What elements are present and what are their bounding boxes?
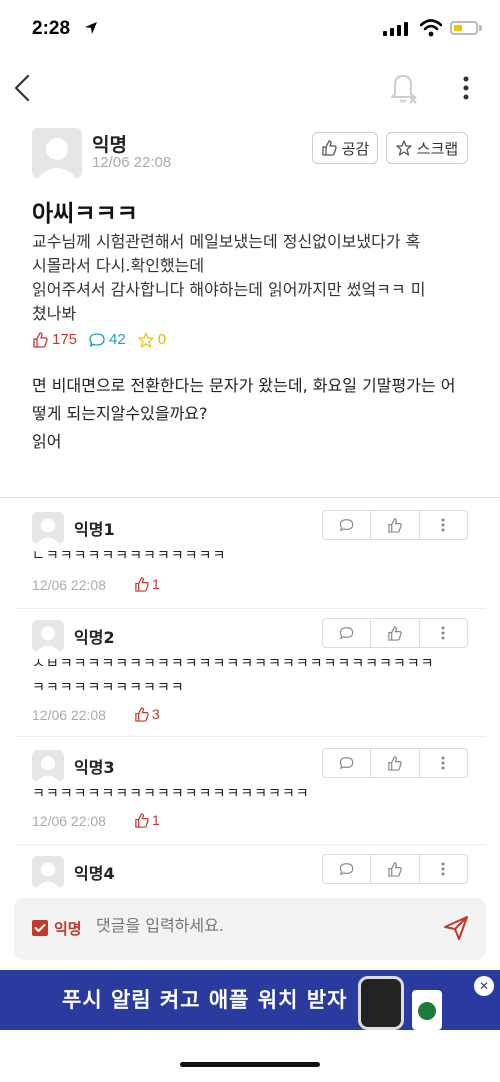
post-stats: 175 42 0 xyxy=(32,331,166,348)
scrap-post-button[interactable]: 스크랩 xyxy=(386,132,468,164)
comment-like-count: 1 xyxy=(134,576,160,592)
comment-actions xyxy=(322,510,468,540)
thumbs-up-icon xyxy=(388,755,403,771)
thumbs-up-icon xyxy=(388,517,403,533)
thumbs-up-icon xyxy=(388,861,403,877)
like-comment-button[interactable] xyxy=(371,511,420,539)
coffee-cup-image xyxy=(412,990,442,1030)
comment-author: 익명1 xyxy=(74,520,115,539)
post-comment-value: 42 xyxy=(109,331,126,348)
more-options-icon xyxy=(441,862,445,876)
like-post-button[interactable]: 공감 xyxy=(312,132,378,164)
like-comment-button[interactable] xyxy=(371,619,420,647)
more-options-icon[interactable] xyxy=(456,74,476,102)
cellular-signal-icon xyxy=(383,22,408,36)
back-chevron-icon[interactable] xyxy=(10,72,34,104)
thumbs-up-icon xyxy=(135,576,149,592)
comment-avatar xyxy=(32,512,64,544)
post-like-value: 175 xyxy=(52,331,78,348)
home-indicator xyxy=(180,1062,320,1067)
comment-actions xyxy=(322,748,468,778)
comment-like-value: 3 xyxy=(152,706,160,722)
watch-image xyxy=(358,976,404,1030)
location-arrow-icon xyxy=(85,22,97,34)
like-comment-button[interactable] xyxy=(371,855,420,883)
post-like-count: 175 xyxy=(32,331,77,348)
scrap-post-label: 스크랩 xyxy=(416,139,459,158)
thumbs-up-icon xyxy=(322,140,337,156)
post-author: 익명 xyxy=(92,134,127,156)
reply-button[interactable] xyxy=(323,511,372,539)
thumbs-up-icon xyxy=(135,812,149,828)
comment-date: 12/06 22:08 xyxy=(32,813,106,829)
more-options-icon xyxy=(441,518,445,532)
reply-button[interactable] xyxy=(323,855,372,883)
thumbs-up-icon xyxy=(135,706,149,722)
comment-actions xyxy=(322,854,468,884)
speech-bubble-icon xyxy=(339,757,354,770)
post-body: 교수님께 시험관련해서 메일보냈는데 정신없이보냈다가 혹 시몰라서 다시.확인… xyxy=(32,232,426,323)
post-comment-count: 42 xyxy=(89,331,126,348)
star-outline-icon xyxy=(138,331,154,348)
anonymous-checkbox[interactable] xyxy=(32,920,48,936)
reply-button[interactable] xyxy=(323,749,372,777)
comment-more-button[interactable] xyxy=(420,511,467,539)
more-options-icon xyxy=(441,626,445,640)
comment-author: 익명3 xyxy=(74,758,115,777)
reply-button[interactable] xyxy=(323,619,372,647)
comment-more-button[interactable] xyxy=(420,749,467,777)
comment-more-button[interactable] xyxy=(420,619,467,647)
like-post-label: 공감 xyxy=(341,139,370,158)
send-icon[interactable] xyxy=(442,914,470,942)
battery-icon xyxy=(450,21,478,35)
comment-separator xyxy=(16,608,486,609)
thumbs-up-icon xyxy=(33,331,48,348)
comment-text: ㅅㅂㅋㅋㅋㅋㅋㅋㅋㅋㅋㅋㅋㅋㅋㅋㅋㅋㅋㅋㅋㅋㅋㅋㅋㅋㅋㅋㅋ ㅋㅋㅋㅋㅋㅋㅋㅋㅋㅋ… xyxy=(32,656,435,696)
comment-like-value: 1 xyxy=(152,576,160,592)
like-comment-button[interactable] xyxy=(371,749,420,777)
post-scrap-count: 0 xyxy=(138,331,166,348)
comment-like-count: 3 xyxy=(134,706,160,722)
comment-avatar xyxy=(32,750,64,782)
ad-close-icon[interactable]: ✕ xyxy=(474,976,494,996)
anonymous-label: 익명 xyxy=(54,920,82,938)
comment-more-button[interactable] xyxy=(420,855,467,883)
comment-avatar xyxy=(32,856,64,888)
comment-date: 12/06 22:08 xyxy=(32,707,106,723)
comment-text: ㄴㅋㅋㅋㅋㅋㅋㅋㅋㅋㅋㅋㅋㅋ xyxy=(32,548,227,564)
comment-author: 익명2 xyxy=(74,628,115,647)
thumbs-up-icon xyxy=(388,625,403,641)
comment-date: 12/06 22:08 xyxy=(32,577,106,593)
checkmark-icon xyxy=(34,924,46,932)
post-title: 아씨ㅋㅋㅋ xyxy=(32,201,138,227)
comments-divider xyxy=(0,497,500,498)
status-time: 2:28 xyxy=(32,18,71,39)
comment-avatar xyxy=(32,620,64,652)
speech-bubble-icon xyxy=(339,863,354,876)
ad-banner-text: 푸시 알림 켜고 애플 워치 받자 xyxy=(62,988,348,1012)
post-date: 12/06 22:08 xyxy=(92,154,172,171)
speech-bubble-icon xyxy=(339,627,354,640)
post-quoted-message: 면 비대면으로 전환한다는 문자가 왔는데, 화요일 기말평가는 어 떻게 되는… xyxy=(32,376,456,451)
more-options-icon xyxy=(441,756,445,770)
comment-like-value: 1 xyxy=(152,812,160,828)
wifi-icon xyxy=(420,19,442,37)
comment-separator xyxy=(16,736,486,737)
battery-nub xyxy=(479,25,482,31)
speech-bubble-icon xyxy=(339,519,354,532)
speech-bubble-icon xyxy=(89,332,105,347)
comment-input[interactable] xyxy=(96,916,396,935)
post-author-avatar xyxy=(32,128,82,178)
comment-text: ㅋㅋㅋㅋㅋㅋㅋㅋㅋㅋㅋㅋㅋㅋㅋㅋㅋㅋㅋㅋ xyxy=(32,786,310,802)
comment-like-count: 1 xyxy=(134,812,160,828)
comment-author: 익명4 xyxy=(74,864,115,883)
notification-off-icon[interactable] xyxy=(386,70,420,106)
post-scrap-value: 0 xyxy=(157,331,167,348)
star-outline-icon xyxy=(396,140,412,156)
comment-separator xyxy=(16,844,486,845)
comment-actions xyxy=(322,618,468,648)
